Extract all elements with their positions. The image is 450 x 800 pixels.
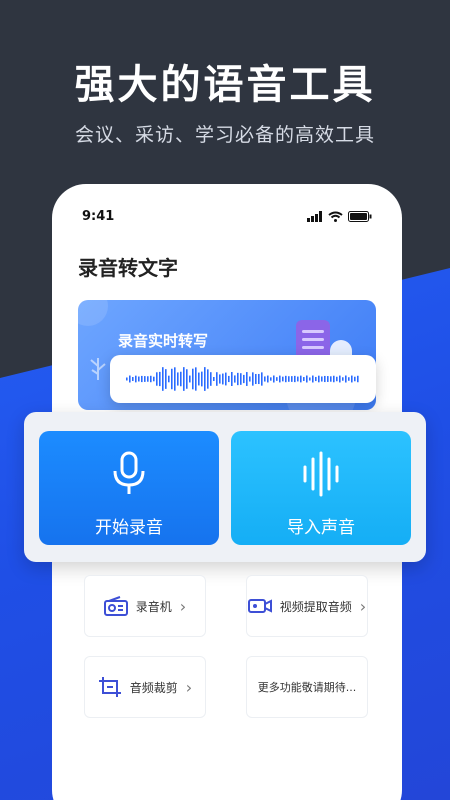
banner-bubble (78, 300, 108, 326)
crop-icon (98, 677, 121, 697)
tool-recorder[interactable]: 录音机 › (84, 575, 206, 637)
waveform-icon (126, 367, 359, 391)
tool-label: 录音机 (135, 599, 172, 614)
radio-icon (103, 596, 128, 616)
tool-label: 视频提取音频 (279, 599, 352, 614)
start-recording-label: 开始录音 (95, 518, 163, 538)
tool-video-extract-audio[interactable]: 视频提取音频 › (246, 575, 368, 637)
wifi-icon (328, 211, 343, 222)
chevron-right-icon: › (179, 596, 187, 616)
video-camera-icon (247, 599, 272, 613)
import-audio-button[interactable]: 导入声音 (231, 431, 411, 545)
tool-audio-crop[interactable]: 音频裁剪 › (84, 656, 206, 718)
app-title: 录音转文字 (78, 256, 178, 280)
battery-icon (348, 210, 372, 222)
tool-more-coming: 更多功能敬请期待... (246, 656, 368, 718)
leaf-icon (90, 358, 106, 380)
waveform-card (110, 355, 376, 403)
chevron-right-icon: › (359, 596, 367, 616)
start-recording-button[interactable]: 开始录音 (39, 431, 219, 545)
chevron-right-icon: › (185, 677, 193, 697)
status-icons (307, 210, 372, 222)
microphone-icon (113, 451, 145, 494)
action-panel: 开始录音 导入声音 (24, 412, 426, 562)
signal-icon (307, 210, 323, 222)
hero-subtitle: 会议、采访、学习必备的高效工具 (74, 124, 375, 146)
banner-title: 录音实时转写 (118, 332, 209, 350)
hero-title: 强大的语音工具 (74, 62, 376, 108)
sound-wave-icon (303, 451, 339, 497)
tool-label: 更多功能敬请期待... (257, 681, 357, 694)
status-bar: 9:41 (82, 206, 372, 226)
status-time: 9:41 (82, 208, 115, 224)
import-audio-label: 导入声音 (287, 518, 355, 538)
tool-label: 音频裁剪 (129, 680, 178, 695)
